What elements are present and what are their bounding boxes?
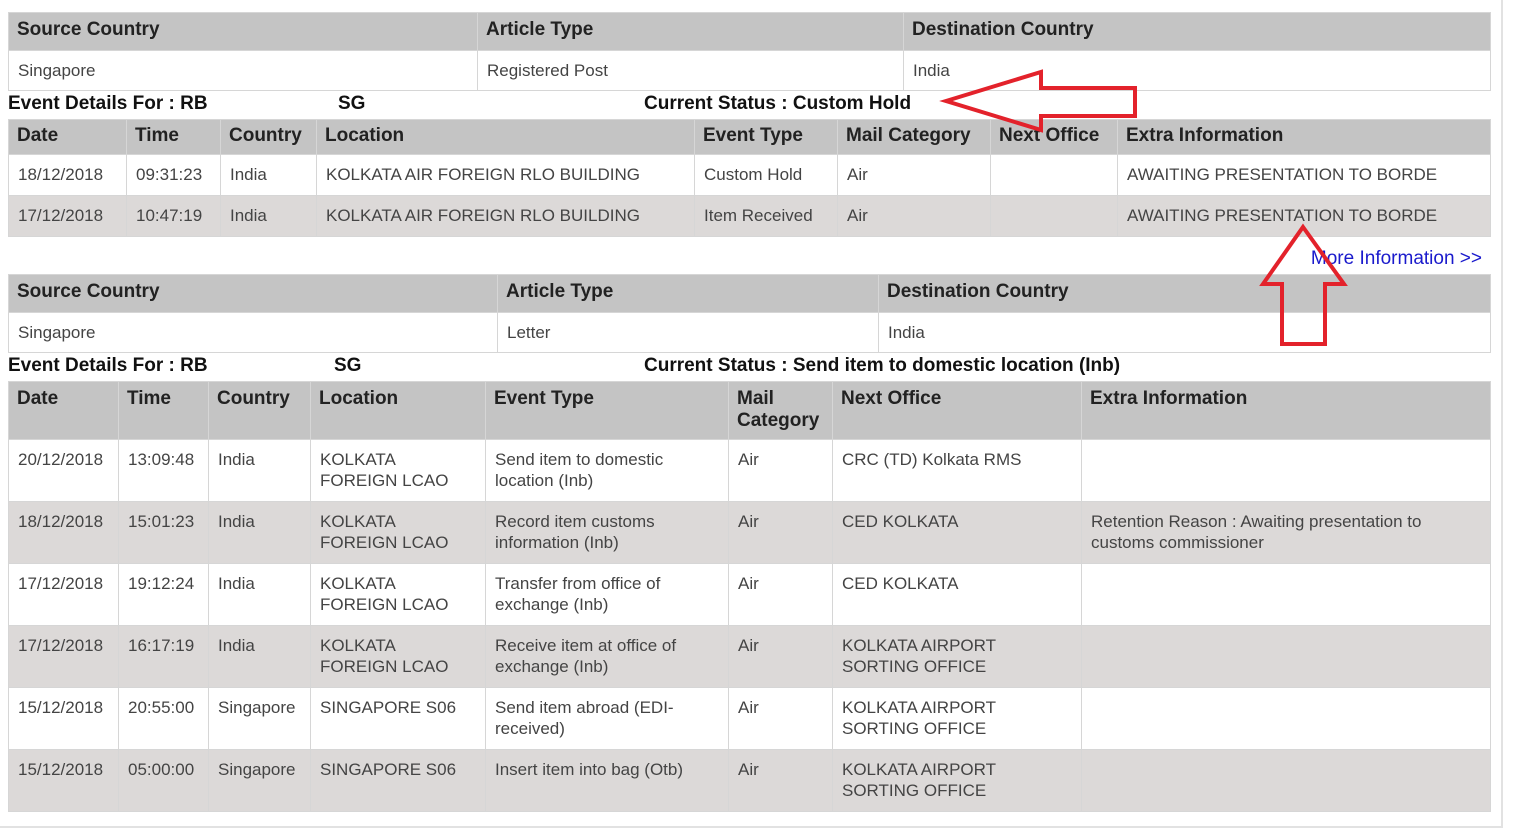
annotation-arrows — [939, 69, 1348, 346]
up-arrow-icon — [1259, 223, 1348, 346]
left-arrow-icon — [939, 69, 1137, 133]
